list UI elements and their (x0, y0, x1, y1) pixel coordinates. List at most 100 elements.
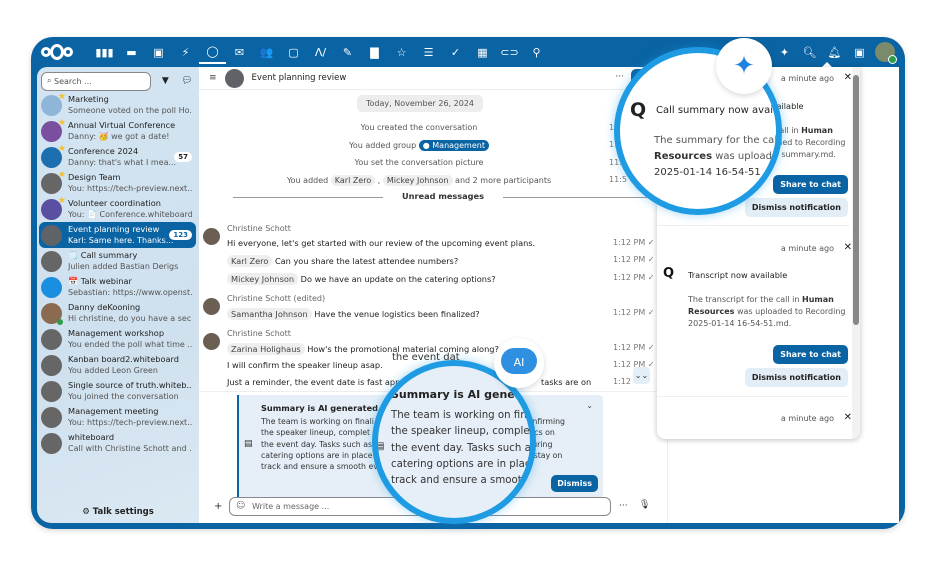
search-icon[interactable]: 🔍︎ (797, 40, 822, 64)
conversation-item[interactable]: ★ Conference 2024 Danny: that's what I me… (39, 144, 196, 170)
toggle-sidebar-icon[interactable]: ≡ (209, 73, 217, 83)
conversation-title: Kanban board2.whiteboard (68, 354, 179, 364)
talk-icon[interactable]: ◯ (199, 40, 226, 64)
conversation-avatar (41, 224, 62, 246)
close-icon[interactable]: ✕ (844, 72, 852, 83)
user-chip[interactable]: Mickey Johnson (382, 175, 453, 186)
conversation-item[interactable]: Management workshop You ended the poll wh… (39, 326, 196, 352)
tasks-icon[interactable]: ☰ (415, 40, 442, 64)
chevron-down-icon[interactable]: ⌄ (586, 401, 593, 410)
nextcloud-logo[interactable] (41, 44, 73, 60)
activity-icon[interactable]: ⚡ (172, 40, 199, 64)
contacts-icon[interactable]: 👥 (253, 40, 280, 64)
conversation-last-message: Hi christine, do you have a sec... (68, 314, 192, 323)
conversation-last-message: You ended the poll what time ... (68, 340, 192, 349)
body-text: 2025-01-14 16-54-51 - sum (654, 167, 782, 178)
dashboard-icon[interactable]: ▮▮▮ (91, 40, 118, 64)
conversation-text: Danny deKooning Hi christine, do you have… (68, 302, 192, 324)
conversation-item[interactable]: ★ Marketing Someone voted on the poll Ho.… (39, 92, 196, 118)
mention-chip[interactable]: Mickey Johnson (227, 273, 299, 285)
filter-icon[interactable]: ▼ (157, 76, 173, 86)
talk-settings-label: Talk settings (92, 507, 154, 517)
conversation-item[interactable]: Management meeting You: https://tech-prev… (39, 404, 196, 430)
share-to-chat-button[interactable]: Share to chat (773, 345, 848, 364)
user-menu[interactable] (872, 40, 897, 64)
links-icon[interactable]: ⊂⊃ (496, 40, 523, 64)
conversation-item[interactable]: Kanban board2.whiteboard You added Leon G… (39, 352, 196, 378)
group-name: Management (432, 141, 485, 150)
attach-icon[interactable]: + (214, 501, 222, 512)
header-right: ✦ 🔍︎ 🔔︎ ▣ (772, 40, 897, 64)
summary-icon: ▤ (375, 441, 385, 452)
conversation-item[interactable]: 🗒️ Call summary Julien added Bastian Deri… (39, 248, 196, 274)
message-author: Christine Schott (227, 224, 291, 233)
notifications-scrollbar[interactable] (852, 67, 860, 439)
conversation-item[interactable]: Single source of truth.whiteb... You join… (39, 378, 196, 404)
mention-chip[interactable]: Karl Zero (227, 255, 273, 267)
files-icon[interactable]: ▬ (118, 40, 145, 64)
notifications-icon[interactable]: 🔔︎ (822, 40, 847, 64)
conversation-item[interactable]: 📅 Talk webinar Sebastian: https://www.ope… (39, 274, 196, 300)
user-chip[interactable]: Karl Zero (330, 175, 376, 186)
group-chip[interactable]: ● Management (418, 140, 489, 151)
summary-icon: ▤ (244, 439, 253, 449)
calendar-icon[interactable]: ▢ (280, 40, 307, 64)
message-time: 1:12 (613, 377, 631, 386)
system-text: You added (286, 176, 329, 185)
search-input[interactable]: ⌕ Search ... (41, 71, 152, 91)
photos-icon[interactable]: ▣ (145, 40, 172, 64)
checkmark-icon[interactable]: ✓ (442, 40, 469, 64)
dismiss-notification-button[interactable]: Dismiss notification (744, 368, 848, 387)
scroll-to-bottom-button[interactable]: ⌄⌄ (633, 367, 650, 384)
more-options-icon[interactable]: ··· (615, 72, 624, 82)
maps-icon[interactable]: ⚲ (523, 40, 550, 64)
emoji-icon[interactable]: ☺ (236, 501, 245, 511)
close-icon[interactable]: ✕ (844, 412, 852, 423)
summary-line: the speaker lineup, completin (391, 426, 536, 438)
microphone-icon[interactable]: 🎙︎ (639, 500, 650, 510)
more-icon[interactable]: ··· (619, 501, 628, 511)
new-conversation-icon[interactable]: 💬︎ (179, 76, 195, 86)
mail-icon[interactable]: ✉ (226, 40, 253, 64)
body-text: The summary for the call in H (654, 135, 780, 146)
message-time: 1:12 PM ✓ (613, 238, 655, 247)
conversation-avatar (41, 250, 62, 272)
scrollbar-thumb[interactable] (853, 75, 859, 325)
conversation-avatar: ★ (41, 118, 66, 142)
conversation-item[interactable]: ★ Annual Virtual Conference Danny: 🥳 we g… (39, 118, 196, 144)
author-avatar[interactable] (203, 333, 220, 350)
author-avatar[interactable] (203, 228, 220, 245)
conversation-item[interactable]: ★ Design Team You: https://tech-preview.n… (39, 170, 196, 196)
conversation-name: Resources (654, 151, 713, 162)
conversation-item[interactable]: Event planning review Karl: Same here. Th… (39, 222, 196, 248)
user-avatar[interactable] (874, 42, 897, 64)
conversation-text: Management workshop You ended the poll wh… (68, 328, 192, 350)
conversation-title: whiteboard (68, 432, 115, 442)
search-icon: ⌕ (47, 76, 55, 85)
dismiss-summary-button[interactable]: Dismiss (551, 475, 598, 492)
mention-chip[interactable]: Samantha Johnson (227, 308, 312, 320)
search-placeholder: Search ... (54, 76, 92, 86)
system-text: You added group (349, 141, 417, 150)
talk-settings-button[interactable]: ⚙ Talk settings (37, 507, 199, 517)
assistant-icon[interactable]: ✦ (772, 40, 797, 64)
close-icon[interactable]: ✕ (844, 242, 852, 253)
conversation-last-message: You added Leon Green (68, 366, 158, 375)
pencil-icon[interactable]: ✎ (334, 40, 361, 64)
talk-icon: Q (630, 99, 647, 121)
author-avatar[interactable] (203, 298, 220, 315)
conversation-last-message: Sebastian: https://www.openst... (68, 288, 192, 297)
conversation-item[interactable]: ★ Volunteer coordination You: 📄 Conferenc… (39, 196, 196, 222)
mention-chip[interactable]: Zarina Holighaus (227, 343, 305, 355)
whiteboard-icon[interactable]: ☆ (388, 40, 415, 64)
share-to-chat-button[interactable]: Share to chat (773, 175, 848, 194)
notes-icon[interactable]: Ʌ/ (307, 40, 334, 64)
conversation-item[interactable]: whiteboard Call with Christine Schott and… (39, 430, 196, 456)
tables-icon[interactable]: ▦ (469, 40, 496, 64)
deck-icon[interactable]: ▇ (361, 40, 388, 64)
contacts-menu-icon[interactable]: ▣ (847, 40, 872, 64)
conversation-item[interactable]: Danny deKooning Hi christine, do you have… (39, 300, 196, 326)
sparkles-icon: ✦ (716, 38, 772, 94)
unread-messages-divider: Unread messages (233, 191, 653, 203)
conversation-text: Kanban board2.whiteboard You added Leon G… (68, 354, 192, 376)
